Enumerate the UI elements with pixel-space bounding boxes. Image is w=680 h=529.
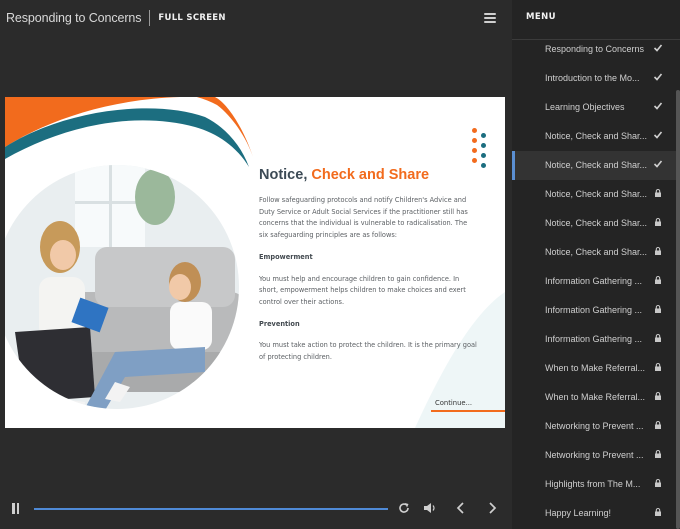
checkmark-icon [653,160,663,168]
checkmark-icon [653,73,663,81]
menu-item[interactable]: Notice, Check and Shar... [512,238,676,267]
menu-item[interactable]: Information Gathering ... [512,325,676,354]
slide-body: Follow safeguarding protocols and notify… [259,195,477,364]
lock-icon [655,479,661,487]
menu-list: Responding to Concerns Introduction to th… [512,35,676,528]
player-controls [0,495,512,523]
menu-item-label: When to Make Referral... [545,363,646,373]
slide-heading: Notice, Check and Share [259,167,429,183]
next-icon[interactable] [485,501,499,515]
menu-item[interactable]: Notice, Check and Shar... [512,180,676,209]
fullscreen-button[interactable]: FULL SCREEN [158,13,225,23]
menu-item[interactable]: Highlights from The M... [512,470,676,499]
menu-item[interactable]: Information Gathering ... [512,296,676,325]
lock-icon [655,334,661,342]
menu-item[interactable]: Notice, Check and Shar... [512,209,676,238]
menu-divider [512,39,680,40]
menu-item-label: Highlights from The M... [545,479,641,489]
menu-item-label: Information Gathering ... [545,305,643,315]
lock-icon [655,392,661,400]
menu-item-label: Information Gathering ... [545,276,643,286]
lock-icon [655,421,661,429]
continue-button[interactable]: Continue... [435,399,472,407]
subheading-empowerment: Empowerment [259,252,313,261]
progress-fill [34,508,388,510]
menu-item[interactable]: Networking to Prevent ... [512,441,676,470]
previous-icon[interactable] [454,501,468,515]
top-bar: Responding to Concerns FULL SCREEN [0,0,512,36]
slide-heading-part1: Notice, [259,167,312,183]
menu-item-label: Networking to Prevent ... [545,421,644,431]
menu-item-label: Notice, Check and Shar... [545,247,648,257]
slide-content: Notice, Check and Share Follow safeguard… [5,97,505,428]
checkmark-icon [653,44,663,52]
replay-icon[interactable] [397,501,411,515]
lock-icon [655,508,661,516]
menu-item[interactable]: Introduction to the Mo... [512,64,676,93]
lock-icon [655,276,661,284]
photo-counselling-session [5,165,239,409]
continue-underline [431,410,505,412]
hamburger-menu-icon[interactable] [484,13,496,23]
menu-item-label: Responding to Concerns [545,44,645,54]
lock-icon [655,247,661,255]
menu-item[interactable]: Happy Learning! [512,499,676,528]
menu-item[interactable]: Networking to Prevent ... [512,412,676,441]
menu-item[interactable]: Information Gathering ... [512,267,676,296]
subheading-prevention: Prevention [259,319,300,328]
lock-icon [655,450,661,458]
sidebar-scrollbar[interactable] [676,90,680,529]
menu-item-label: Networking to Prevent ... [545,450,644,460]
pause-icon[interactable] [11,503,20,514]
menu-item-label: Notice, Check and Shar... [545,218,648,228]
menu-item[interactable]: When to Make Referral... [512,354,676,383]
slide-heading-part2: Check and Share [311,167,430,183]
menu-item[interactable]: Learning Objectives [512,93,676,122]
menu-item-label: Notice, Check and Shar... [545,160,648,170]
menu-item-label: Information Gathering ... [545,334,643,344]
lock-icon [655,363,661,371]
checkmark-icon [653,102,663,110]
intro-text: Follow safeguarding protocols and notify… [259,196,468,240]
prevention-text: You must take action to protect the chil… [259,341,477,362]
menu-item-label: Introduction to the Mo... [545,73,640,83]
lock-icon [655,305,661,313]
decorative-dots [472,128,488,172]
empowerment-text: You must help and encourage children to … [259,274,466,306]
lock-icon [655,189,661,197]
course-title: Responding to Concerns [6,11,142,25]
progress-bar[interactable] [34,508,388,510]
menu-item[interactable]: Notice, Check and Shar... [512,122,676,151]
menu-item[interactable]: When to Make Referral... [512,383,676,412]
volume-icon[interactable] [423,501,437,515]
menu-item-label: Learning Objectives [545,102,625,112]
menu-item-label: Notice, Check and Shar... [545,131,648,141]
menu-item-label: Notice, Check and Shar... [545,189,648,199]
lock-icon [655,218,661,226]
menu-item[interactable]: Notice, Check and Shar... [512,151,676,180]
menu-item-label: When to Make Referral... [545,392,646,402]
menu-item-label: Happy Learning! [545,508,612,518]
menu-title: MENU [526,12,556,22]
sidebar-menu: MENU Responding to Concerns Introduction … [512,0,680,529]
checkmark-icon [653,131,663,139]
title-divider [149,10,151,26]
